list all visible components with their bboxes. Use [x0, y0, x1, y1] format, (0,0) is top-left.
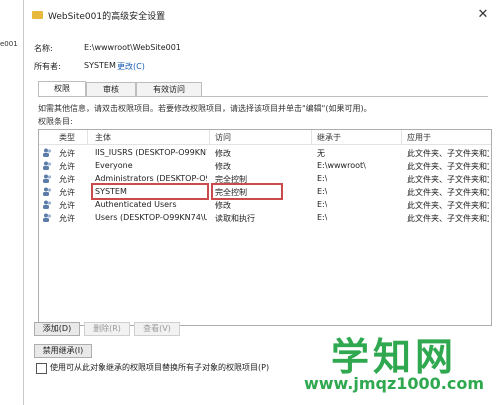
permission-entries-label: 权限条目:	[38, 117, 73, 126]
table-header: 类型 主体 访问 继承于 应用于	[39, 130, 491, 145]
user-group-icon	[43, 174, 52, 183]
folder-icon	[32, 11, 43, 19]
user-group-icon	[43, 200, 52, 209]
header-type[interactable]: 类型	[59, 132, 75, 143]
row-applies-to: 此文件夹、子文件夹和文件	[407, 149, 489, 158]
owner-value: SYSTEM	[84, 61, 116, 70]
table-row[interactable]: 允许 Users (DESKTOP-O99KN74\Users) 读取和执行 E…	[39, 211, 491, 224]
row-access: 修改	[215, 201, 231, 210]
background-window-text: e001	[0, 40, 18, 48]
row-principal: Everyone	[95, 161, 133, 170]
column-separator	[209, 130, 210, 144]
site-watermark-logo: 学知网 www.jmqz1000.com	[298, 326, 490, 396]
user-group-icon	[43, 161, 52, 170]
tab-divider	[38, 96, 488, 97]
user-group-icon	[43, 213, 52, 222]
row-inherited-from: 无	[317, 149, 325, 158]
add-button[interactable]: 添加(D)	[34, 322, 80, 336]
row-access: 修改	[215, 162, 231, 171]
row-type: 允许	[59, 175, 75, 184]
row-applies-to: 此文件夹、子文件夹和文件	[407, 175, 489, 184]
row-principal: IIS_IUSRS (DESKTOP-O99KN74\IIS_...	[95, 148, 207, 157]
view-button[interactable]: 查看(V)	[134, 322, 180, 336]
title-bar[interactable]: WebSite001的高级安全设置 ✕	[24, 0, 500, 30]
row-applies-to: 此文件夹、子文件夹和文件	[407, 201, 489, 210]
header-applies-to[interactable]: 应用于	[407, 132, 431, 143]
tab-permissions[interactable]: 权限	[38, 81, 86, 96]
row-access: 修改	[215, 149, 231, 158]
column-separator	[87, 130, 88, 144]
user-group-icon	[43, 148, 52, 157]
window-title: WebSite001的高级安全设置	[48, 12, 166, 22]
change-owner-link[interactable]: 更改(C)	[117, 61, 145, 72]
user-group-icon	[43, 187, 52, 196]
header-access[interactable]: 访问	[215, 132, 231, 143]
row-type: 允许	[59, 149, 75, 158]
column-separator	[401, 130, 402, 144]
tab-effective-access[interactable]: 有效访问	[136, 82, 202, 96]
row-applies-to: 此文件夹、子文件夹和文件	[407, 214, 489, 223]
table-row[interactable]: 允许 Everyone 修改 E:\wwwroot\ 此文件夹、子文件夹和文件	[39, 159, 491, 172]
close-button[interactable]: ✕	[475, 7, 491, 23]
row-access: 读取和执行	[215, 214, 255, 223]
row-principal: Authenticated Users	[95, 200, 177, 209]
row-type: 允许	[59, 188, 75, 197]
row-inherited-from: E:\	[317, 174, 328, 183]
watermark-url: www.jmqz1000.com	[303, 374, 485, 393]
row-applies-to: 此文件夹、子文件夹和文件	[407, 162, 489, 171]
replace-child-permissions-checkbox[interactable]	[36, 363, 47, 374]
header-principal[interactable]: 主体	[95, 132, 111, 143]
background-window-strip: e001	[0, 0, 24, 405]
disable-inheritance-button[interactable]: 禁用继承(I)	[34, 344, 92, 358]
delete-button[interactable]: 删除(R)	[84, 322, 130, 336]
header-inherited-from[interactable]: 继承于	[317, 132, 341, 143]
highlight-box-principal	[91, 183, 209, 200]
instruction-text: 如需其他信息，请双击权限项目。若要修改权限项目，请选择该项目并单击"编辑"(如果…	[38, 104, 372, 113]
row-type: 允许	[59, 201, 75, 210]
row-type: 允许	[59, 214, 75, 223]
column-separator	[311, 130, 312, 144]
watermark-title: 学知网	[330, 335, 457, 379]
row-type: 允许	[59, 162, 75, 171]
row-inherited-from: E:\wwwroot\	[317, 161, 366, 170]
replace-child-permissions-label: 使用可从此对象继承的权限项目替换所有子对象的权限项目(P)	[50, 363, 270, 372]
row-principal: Users (DESKTOP-O99KN74\Users)	[95, 213, 207, 222]
table-row[interactable]: 允许 IIS_IUSRS (DESKTOP-O99KN74\IIS_... 修改…	[39, 146, 491, 159]
row-principal: Administrators (DESKTOP-O99K...	[95, 174, 207, 183]
owner-label: 所有者:	[34, 62, 61, 71]
name-label: 名称:	[34, 44, 53, 53]
row-applies-to: 此文件夹、子文件夹和文件	[407, 188, 489, 197]
highlight-box-access	[211, 183, 283, 200]
tab-auditing[interactable]: 审核	[86, 82, 136, 96]
permission-entries-table: 类型 主体 访问 继承于 应用于 允许 IIS_IUSRS (DESKTOP-O…	[38, 129, 492, 326]
row-inherited-from: E:\	[317, 213, 328, 222]
row-inherited-from: E:\	[317, 200, 328, 209]
row-inherited-from: E:\	[317, 187, 328, 196]
name-value: E:\wwwroot\WebSite001	[84, 43, 181, 52]
